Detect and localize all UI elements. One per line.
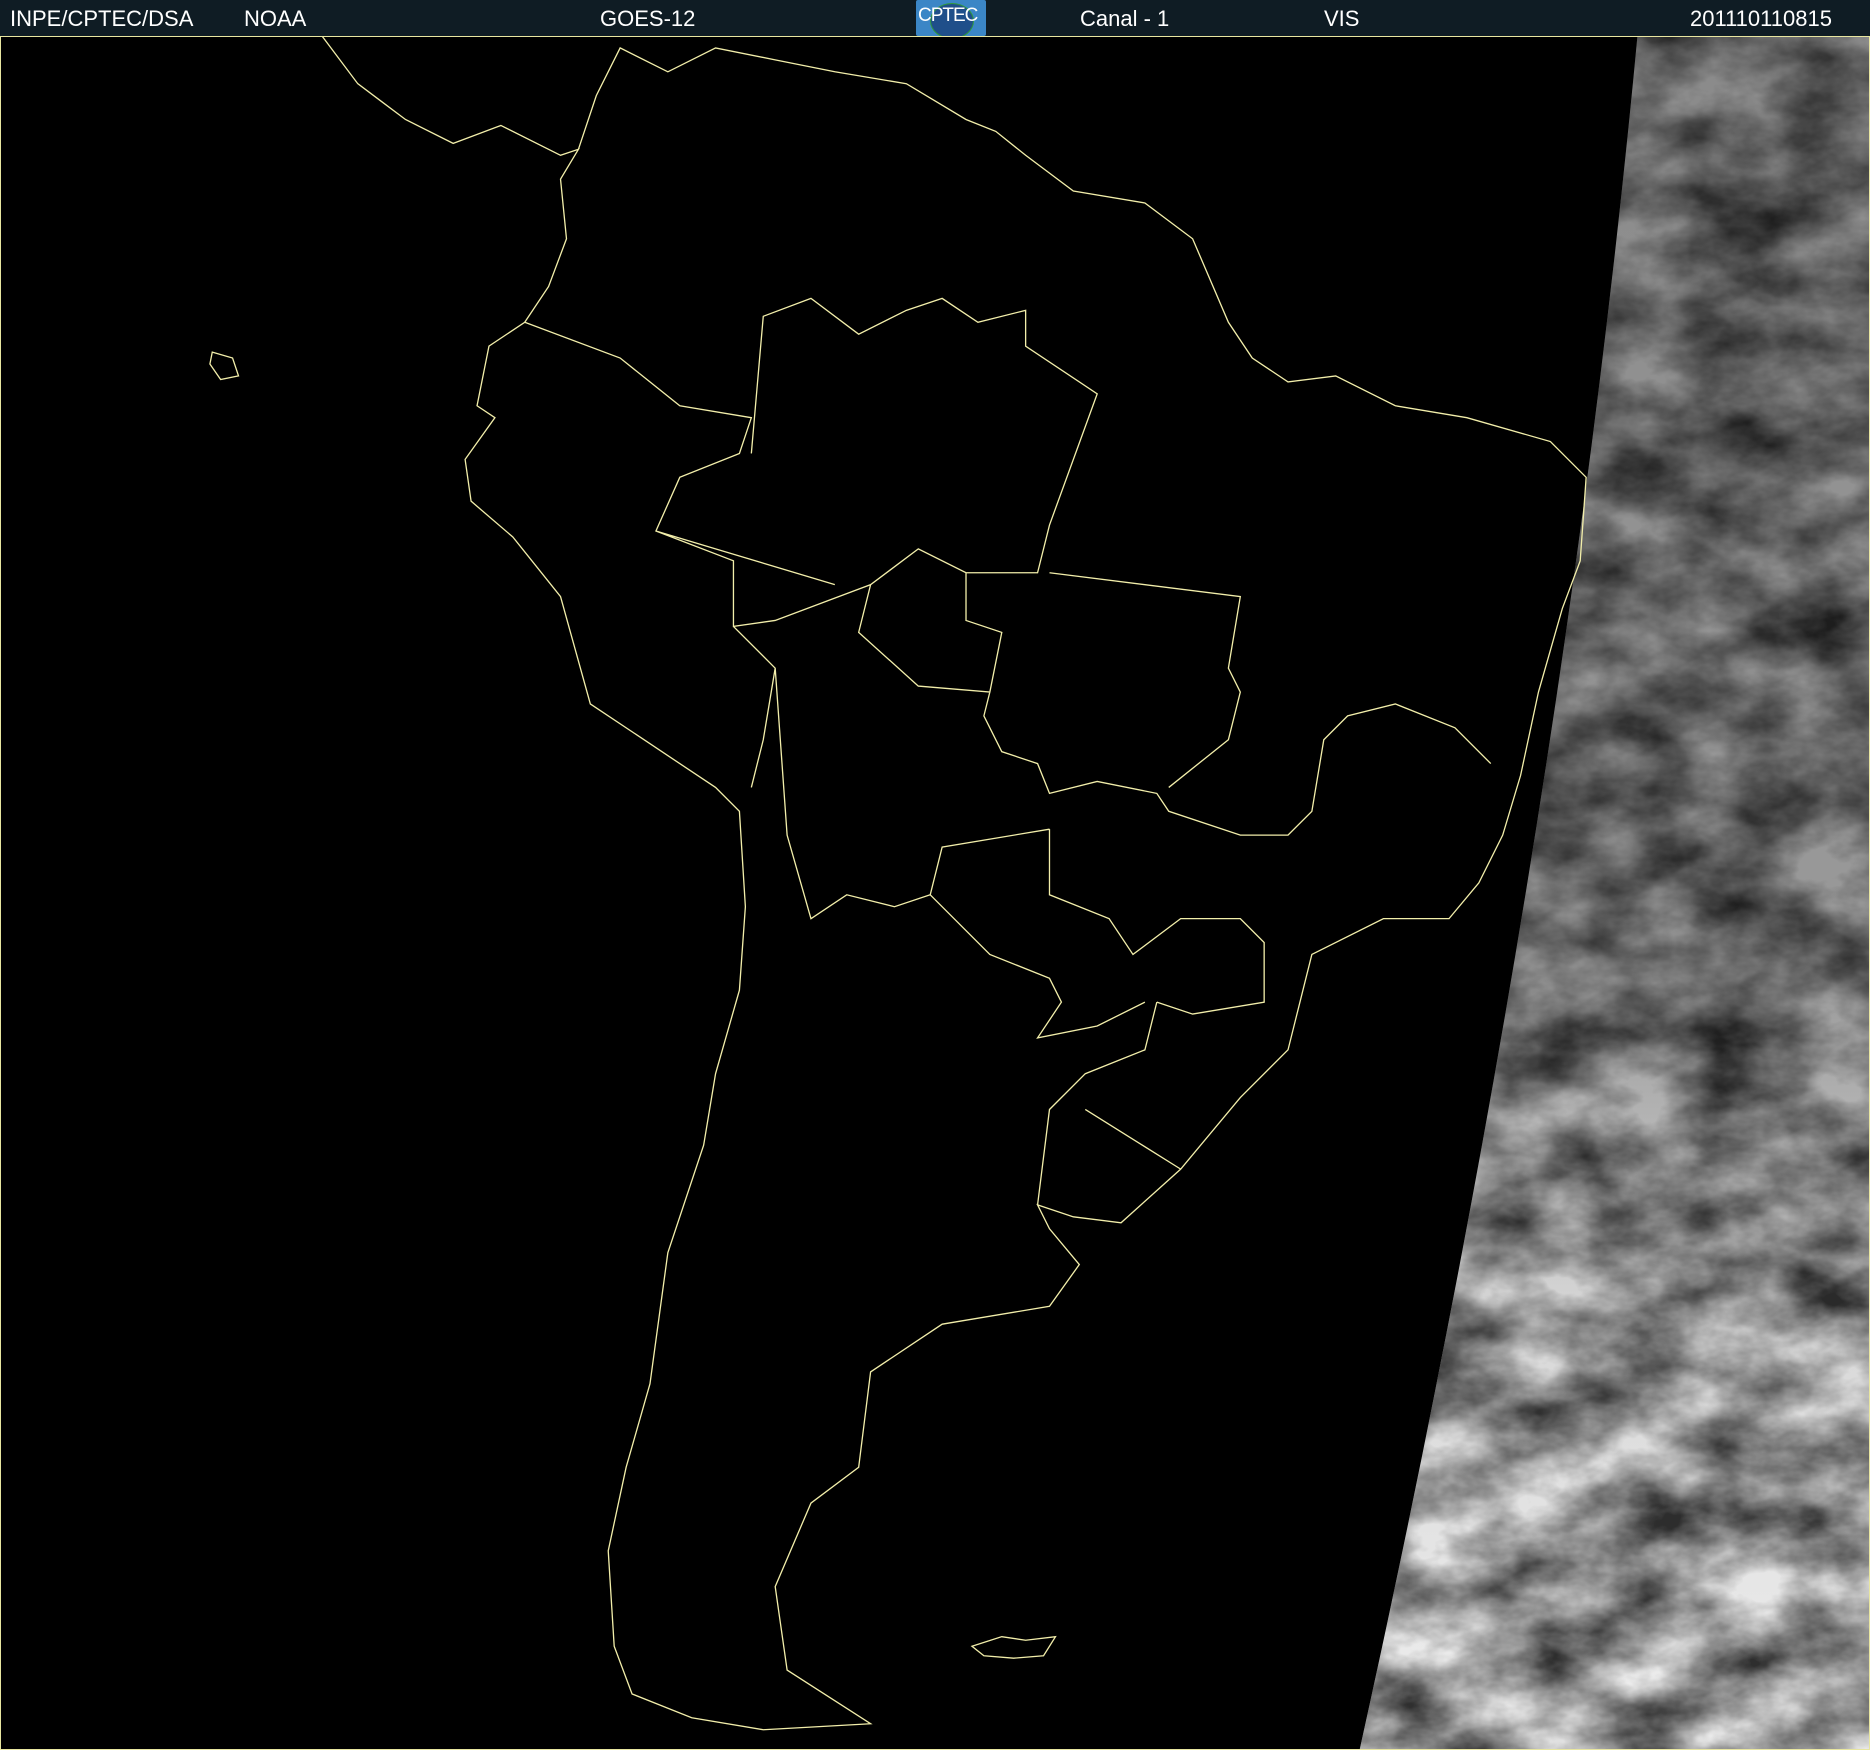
- channel-label: Canal - 1: [1080, 6, 1170, 31]
- satellite-label: GOES-12: [600, 6, 696, 31]
- band-label: VIS: [1324, 6, 1360, 31]
- timestamp-label: 201110110815: [1690, 6, 1832, 31]
- logo-text: CPTEC: [918, 5, 978, 26]
- header-bar: INPE/CPTEC/DSA NOAA GOES-12 CPTEC Canal …: [0, 0, 1870, 36]
- cptec-logo: CPTEC: [916, 0, 986, 36]
- institution-label: INPE/CPTEC/DSA: [10, 6, 194, 31]
- agency-label: NOAA: [244, 6, 307, 31]
- satellite-map: [0, 36, 1870, 1750]
